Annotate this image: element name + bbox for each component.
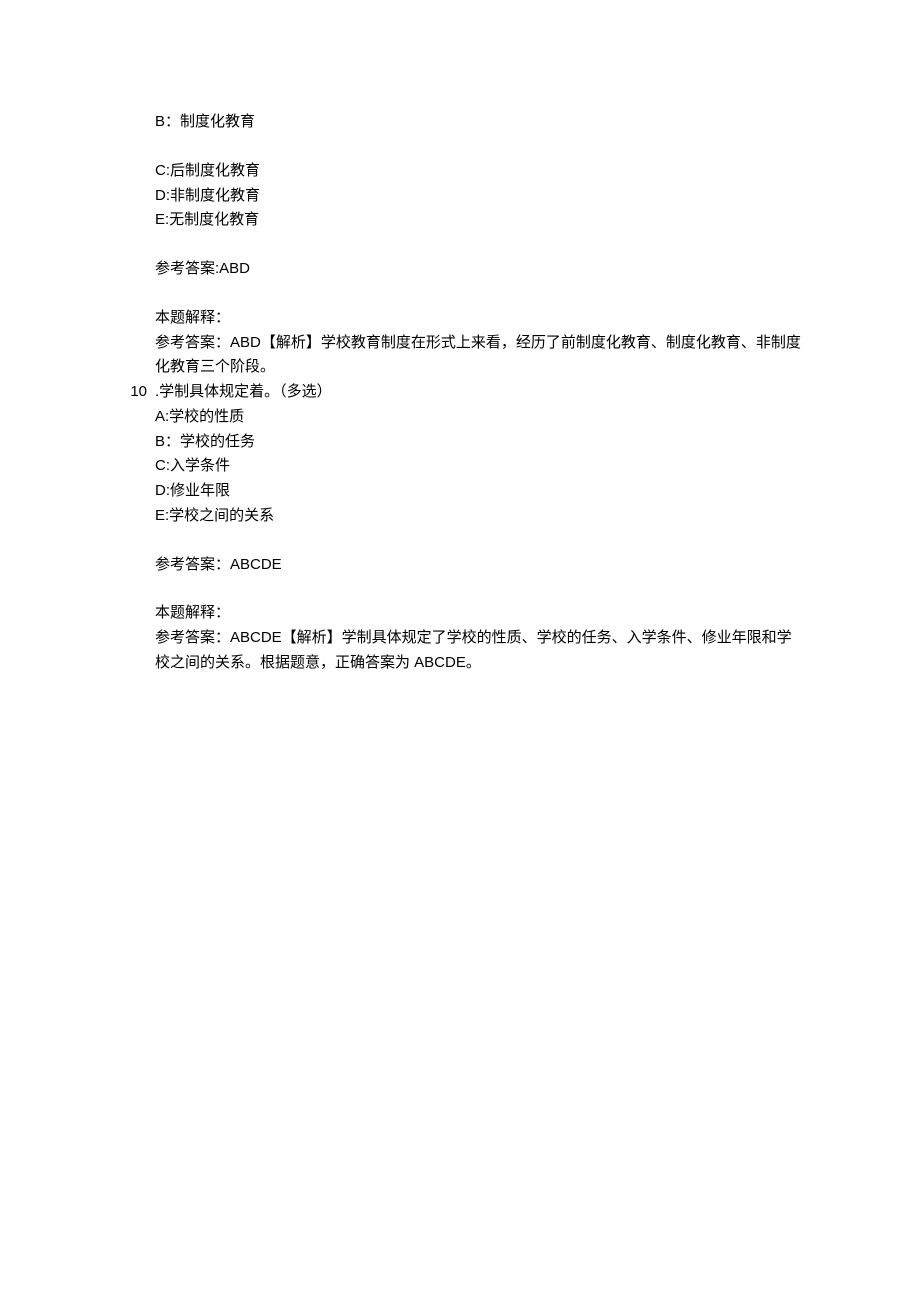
q9-option-b: B：制度化教育 bbox=[155, 110, 805, 135]
q9-option-e: E:无制度化教育 bbox=[155, 208, 805, 233]
q10-number: 10 bbox=[108, 380, 155, 405]
q10-option-c: C:入学条件 bbox=[155, 454, 805, 479]
q9-explanation-text: 参考答案：ABD【解析】学校教育制度在形式上来看，经历了前制度化教育、制度化教育… bbox=[155, 331, 805, 381]
q10-question: .学制具体规定着。（多选） bbox=[155, 380, 805, 405]
q10-option-b: B：学校的任务 bbox=[155, 430, 805, 455]
q10-option-e: E:学校之间的关系 bbox=[155, 504, 805, 529]
q10-explanation-text: 参考答案：ABCDE【解析】学制具体规定了学校的性质、学校的任务、入学条件、修业… bbox=[155, 626, 805, 676]
q10-option-d: D:修业年限 bbox=[155, 479, 805, 504]
q10-explanation-label: 本题解释： bbox=[155, 601, 805, 626]
q10-answer: 参考答案：ABCDE bbox=[155, 553, 805, 578]
q9-answer: 参考答案:ABD bbox=[155, 257, 805, 282]
q9-option-d: D:非制度化教育 bbox=[155, 184, 805, 209]
q10-row: 10 .学制具体规定着。（多选） bbox=[108, 380, 805, 405]
q9-explanation-label: 本题解释： bbox=[155, 306, 805, 331]
q10-option-a: A:学校的性质 bbox=[155, 405, 805, 430]
q9-option-c: C:后制度化教育 bbox=[155, 159, 805, 184]
